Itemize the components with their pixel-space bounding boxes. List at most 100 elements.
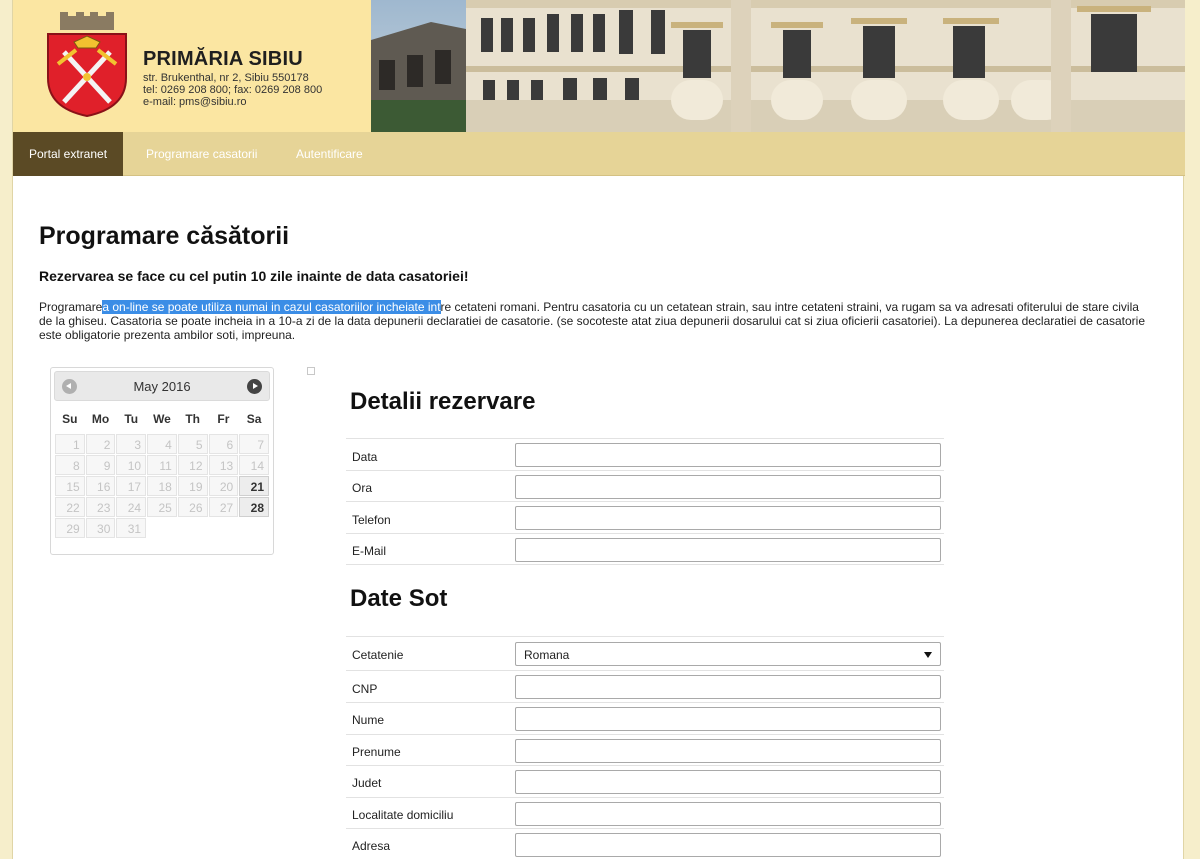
cetatenie-selected-value: Romana — [524, 648, 570, 662]
calendar-day-disabled: 23 — [85, 497, 116, 517]
small-checkbox[interactable] — [307, 367, 315, 375]
calendar-day-disabled: 12 — [177, 455, 208, 475]
form-row-judet: Judet — [346, 765, 944, 797]
field-label-nume: Nume — [352, 713, 385, 727]
form-row-localitate: Localitate domiciliu — [346, 797, 944, 828]
email-input[interactable] — [515, 538, 941, 562]
calendar-cell: 28 — [239, 497, 269, 517]
calendar-day-available[interactable]: 28 — [239, 497, 269, 517]
calendar-day-disabled: 19 — [177, 476, 208, 496]
judet-input[interactable] — [515, 770, 941, 794]
calendar-grid: Su Mo Tu We Th Fr Sa 1 2 3 4 5 6 7 8 9 10 11 12 13 14 15 16 17… — [54, 403, 270, 539]
calendar-cell: 3 — [116, 434, 147, 454]
calendar-week: 15 16 17 18 19 20 21 — [55, 476, 269, 496]
weekday-header: Mo — [91, 411, 110, 426]
localitate-input[interactable] — [515, 802, 941, 826]
form-row-adresa: Adresa — [346, 828, 944, 859]
nume-input[interactable] — [515, 707, 941, 731]
calendar-day-disabled: 2 — [85, 434, 116, 454]
weekday-header: Su — [62, 411, 78, 426]
calendar-day-disabled: 30 — [85, 518, 116, 538]
page-title: Programare căsătorii — [39, 222, 290, 250]
form-row-email: E-Mail — [346, 533, 944, 565]
field-label-prenume: Prenume — [352, 745, 401, 759]
calendar-day-disabled: 29 — [55, 518, 85, 538]
ora-input[interactable] — [515, 475, 941, 499]
chevron-down-icon — [924, 652, 932, 658]
calendar-cell: 13 — [208, 455, 239, 475]
calendar-day-disabled: 3 — [116, 434, 147, 454]
weekday-header: Tu — [124, 411, 139, 426]
calendar-day-disabled: 15 — [55, 476, 85, 496]
calendar-day-disabled: 24 — [116, 497, 147, 517]
calendar-day-disabled: 27 — [208, 497, 239, 517]
calendar-cell: 17 — [116, 476, 147, 496]
cetatenie-select[interactable]: Romana — [515, 642, 941, 666]
calendar-week: 8 9 10 11 12 13 14 — [55, 455, 269, 475]
form-row-telefon: Telefon — [346, 501, 944, 533]
nav-portal-extranet[interactable]: Portal extranet — [13, 132, 124, 176]
nav-programare-casatorii[interactable]: Programare casatorii — [130, 132, 273, 176]
nav-autentificare[interactable]: Autentificare — [280, 132, 379, 176]
field-label-cetatenie: Cetatenie — [352, 648, 404, 662]
calendar-cell: 23 — [85, 497, 116, 517]
calendar-day-available[interactable]: 21 — [239, 476, 269, 496]
field-label-localitate: Localitate domiciliu — [352, 808, 454, 822]
calendar-cell: 30 — [85, 518, 116, 538]
form-row-prenume: Prenume — [346, 734, 944, 765]
field-label-email: E-Mail — [352, 544, 387, 558]
calendar-cell: 1 — [55, 434, 85, 454]
calendar-cell: 5 — [177, 434, 208, 454]
calendar-day-disabled: 4 — [147, 434, 177, 454]
calendar-day-disabled: 16 — [85, 476, 116, 496]
site-header: PRIMĂRIA SIBIU str. Brukenthal, nr 2, Si… — [13, 0, 1185, 132]
calendar-day-disabled: 8 — [55, 455, 85, 475]
city-crest-icon — [47, 12, 127, 118]
field-label-judet: Judet — [352, 776, 382, 790]
booking-notice: Rezervarea se face cu cel putin 10 zile … — [39, 268, 469, 284]
header-address: str. Brukenthal, nr 2, Sibiu 550178 — [143, 72, 309, 84]
calendar-day-disabled: 5 — [177, 434, 208, 454]
calendar-cell: 7 — [239, 434, 269, 454]
calendar-cell: 9 — [85, 455, 116, 475]
calendar-day-disabled: 6 — [208, 434, 239, 454]
husband-section-title: Date Sot — [350, 585, 448, 612]
calendar-cell: 21 — [239, 476, 269, 496]
next-month-icon[interactable] — [247, 379, 262, 394]
cnp-input[interactable] — [515, 675, 941, 699]
weekday-header: Th — [185, 411, 200, 426]
field-label-telefon: Telefon — [352, 513, 391, 527]
form-row-cnp: CNP — [346, 670, 944, 702]
form-row-nume: Nume — [346, 702, 944, 734]
calendar-day-disabled: 7 — [239, 434, 269, 454]
city-hall-title: PRIMĂRIA SIBIU — [143, 48, 303, 70]
datepicker-calendar: May 2016 Su Mo Tu We Th Fr Sa 1 2 3 4 5 6 7 8 9 10 11 12 1… — [50, 367, 274, 555]
telefon-input[interactable] — [515, 506, 941, 530]
calendar-cell: 26 — [177, 497, 208, 517]
header-email: e-mail: pms@sibiu.ro — [143, 96, 247, 108]
prenume-input[interactable] — [515, 739, 941, 763]
calendar-cell: 31 — [116, 518, 147, 538]
field-label-cnp: CNP — [352, 682, 378, 696]
intro-paragraph: Programarea on-line se poate utiliza num… — [39, 300, 1154, 342]
form-row-data: Data — [346, 438, 944, 470]
reservation-section-title: Detalii rezervare — [350, 388, 536, 415]
calendar-day-disabled: 25 — [147, 497, 177, 517]
calendar-cell: 8 — [55, 455, 85, 475]
data-input[interactable] — [515, 443, 941, 467]
form-row-ora: Ora — [346, 470, 944, 501]
intro-text-start: Programare — [39, 300, 103, 314]
header-building-photo — [371, 0, 1185, 132]
calendar-day-disabled: 9 — [85, 455, 116, 475]
calendar-cell: 18 — [147, 476, 177, 496]
calendar-header: May 2016 — [54, 371, 270, 401]
calendar-cell: 4 — [147, 434, 177, 454]
calendar-cell: 10 — [116, 455, 147, 475]
calendar-cell: 12 — [177, 455, 208, 475]
field-label-data: Data — [352, 450, 378, 464]
main-navigation: Portal extranet Programare casatorii Aut… — [13, 132, 1185, 176]
adresa-input[interactable] — [515, 833, 941, 857]
calendar-cell: 11 — [147, 455, 177, 475]
form-row-cetatenie: Cetatenie Romana — [346, 636, 944, 670]
calendar-day-disabled: 20 — [208, 476, 239, 496]
